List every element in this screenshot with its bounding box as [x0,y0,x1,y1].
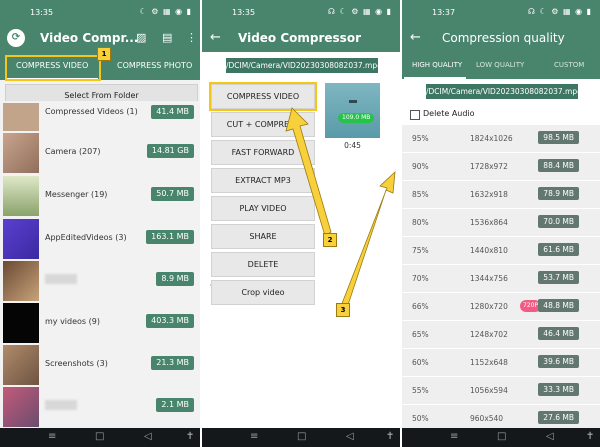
arrow-to-quality-screen [340,170,396,309]
step-marker-2: 2 [323,233,337,247]
step-marker-3: 3 [336,303,350,317]
step-marker-1: 1 [97,47,111,61]
arrow-to-compress-button [285,107,332,237]
guide-arrows [285,107,396,309]
